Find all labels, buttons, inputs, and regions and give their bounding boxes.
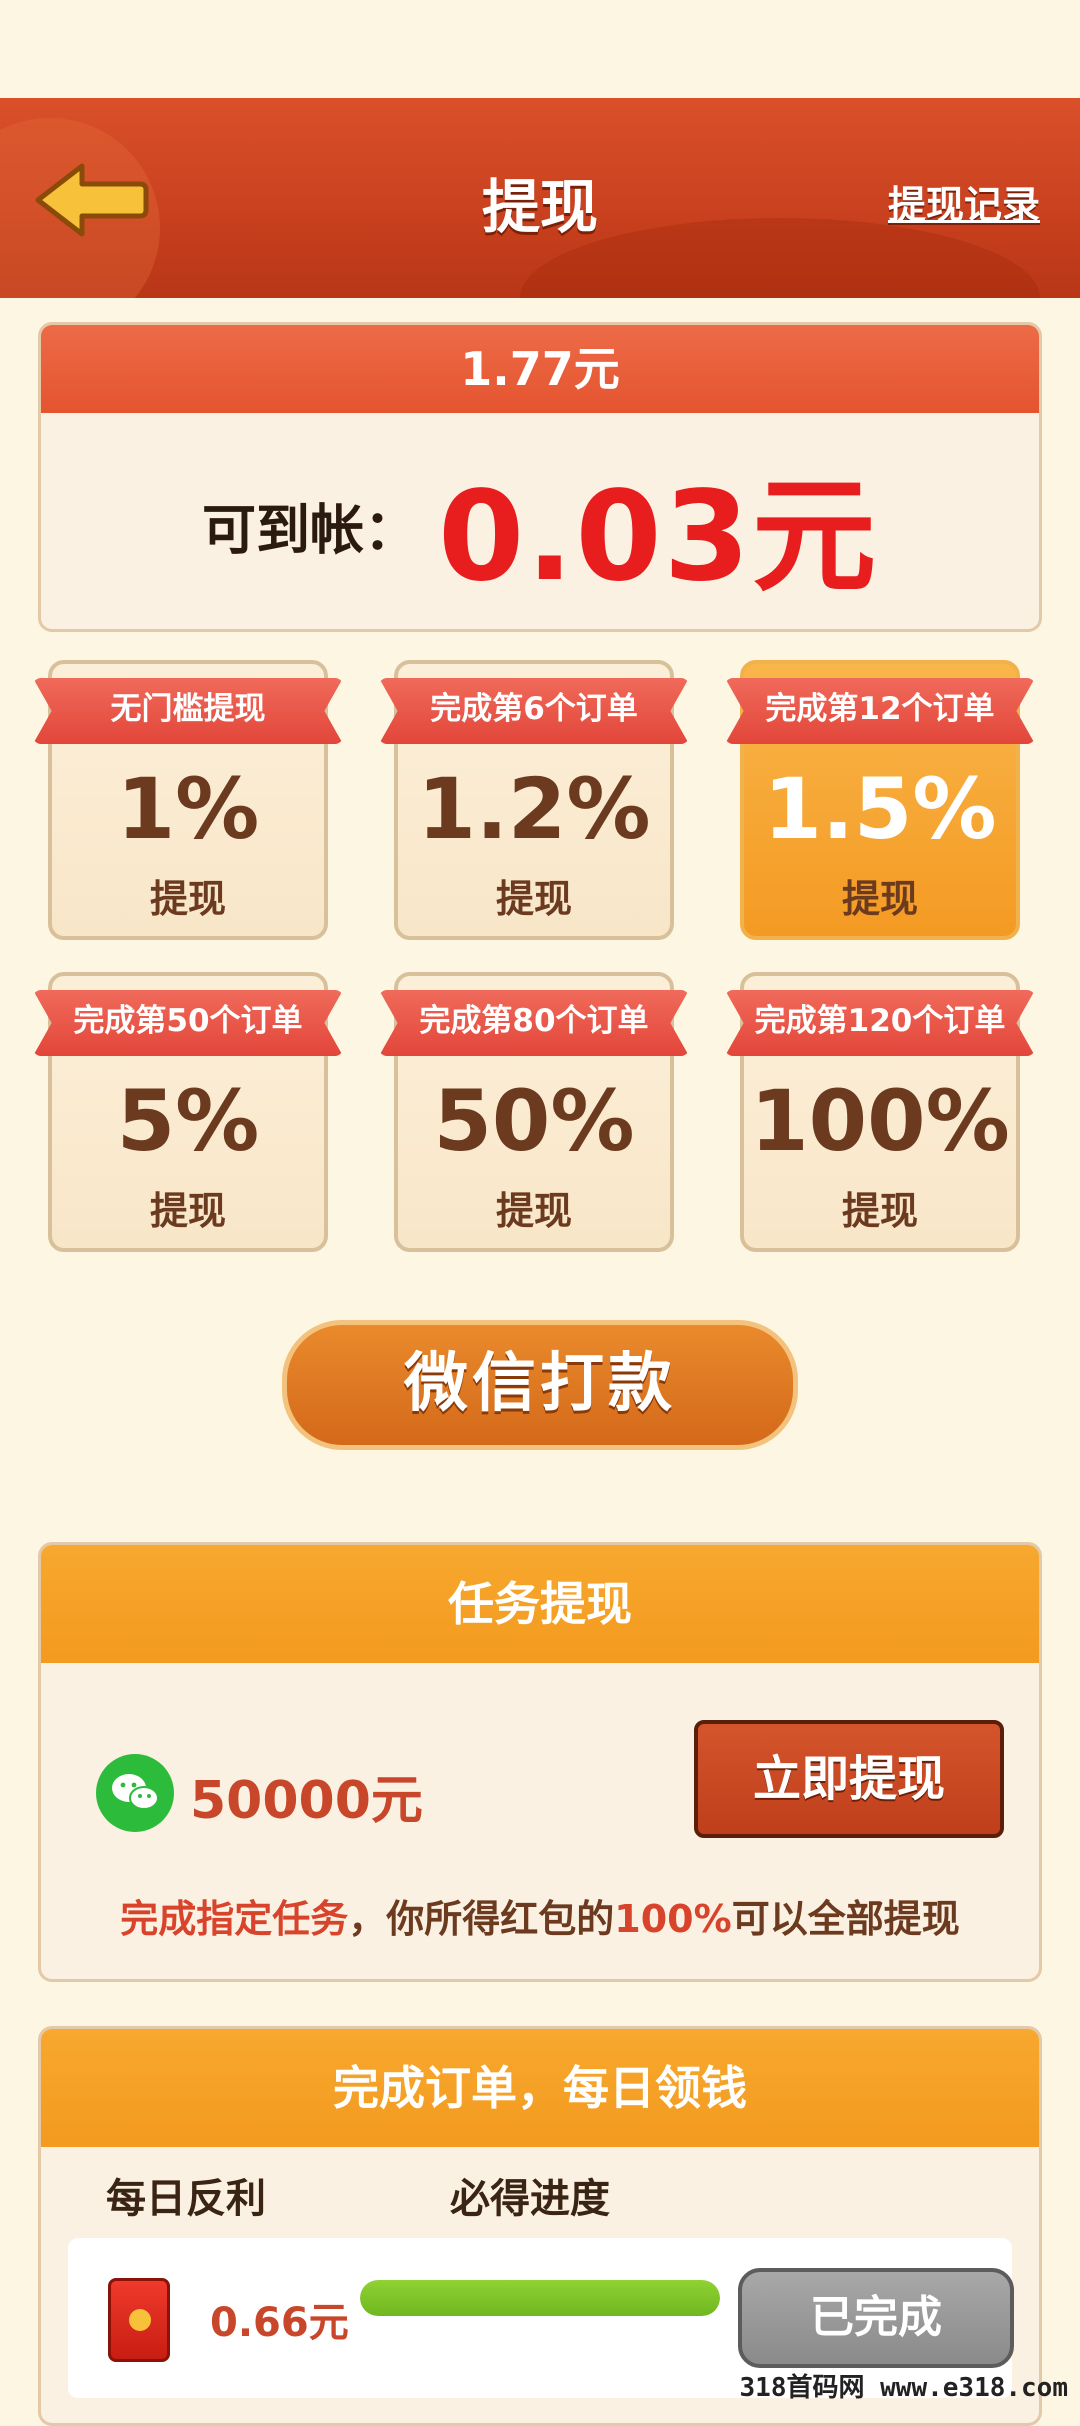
tier-sub: 提现 [149,1189,226,1233]
task-amount: 50000元 [190,1771,423,1831]
daily-row-amount: 0.66元 [210,2300,349,2346]
completed-button: 已完成 [738,2268,1014,2368]
watermark: 318首码网 www.e318.com [739,2373,1068,2403]
tier-rate: 1% [116,760,260,858]
task-desc-text: ，你所得红包的 [348,1897,615,1941]
tier-rate: 50% [433,1072,635,1170]
arrive-value: 0.03元 [438,465,878,609]
tier-ribbon: 无门槛提现 [33,678,343,744]
tier-rate: 1.5% [763,760,997,858]
task-card-title: 任务提现 [41,1545,1039,1663]
daily-card-title: 完成订单，每日领钱 [41,2029,1039,2147]
total-balance: 1.77元 [41,325,1039,413]
daily-progress-bar [360,2280,720,2316]
balance-card: 1.77元 可到帐： 0.03元 [38,322,1042,632]
withdraw-now-button[interactable]: 立即提现 [694,1720,1004,1838]
withdraw-record-link[interactable]: 提现记录 [888,174,1040,229]
tier-rate: 5% [116,1072,260,1170]
tier-sub: 提现 [841,1189,918,1233]
tier-rate: 100% [750,1072,1010,1170]
task-desc-highlight: 完成指定任务 [120,1897,349,1941]
tier-rate: 1.2% [417,760,651,858]
task-desc-text: 可以全部提现 [731,1897,960,1941]
task-description: 完成指定任务，你所得红包的100%可以全部提现 [38,1888,1042,1943]
red-packet-icon [108,2278,170,2362]
tier-ribbon: 完成第12个订单 [725,678,1035,744]
tier-sub: 提现 [841,877,918,921]
daily-rebate-header: 每日反利 [106,2176,266,2222]
wechat-icon [96,1754,174,1832]
tier-sub: 提现 [495,877,572,921]
tier-ribbon: 完成第80个订单 [379,990,689,1056]
task-desc-percent: 100% [614,1897,732,1941]
arrive-label: 可到帐： [202,498,419,562]
tier-ribbon: 完成第6个订单 [379,678,689,744]
progress-header: 必得进度 [450,2176,610,2222]
wechat-pay-button[interactable]: 微信打款 [282,1320,798,1450]
tier-ribbon: 完成第120个订单 [725,990,1035,1056]
tier-ribbon: 完成第50个订单 [33,990,343,1056]
tier-sub: 提现 [149,877,226,921]
arrive-row: 可到帐： 0.03元 [41,435,1039,615]
daily-progress-fill [360,2280,720,2316]
tier-sub: 提现 [495,1189,572,1233]
